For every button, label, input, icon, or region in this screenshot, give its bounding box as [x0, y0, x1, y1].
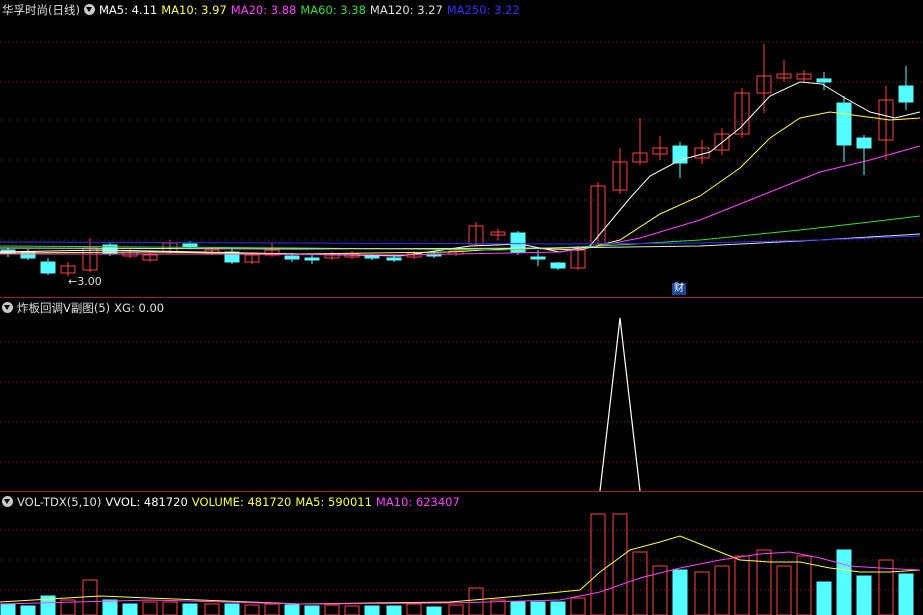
volume-bar: [406, 603, 422, 615]
candle-body: [856, 137, 872, 149]
candle-body: [898, 85, 914, 103]
low-price-marker: ←3.00: [68, 275, 102, 288]
volume-bar: [244, 604, 260, 615]
volume-bar: [570, 597, 586, 615]
volume-bar: [550, 601, 566, 615]
vol-ma5-line: [0, 535, 921, 605]
candle-body: [530, 256, 546, 260]
indicator-pane[interactable]: 炸板回调V副图(5) XG: 0.00: [0, 298, 923, 491]
candle-body: [284, 255, 300, 260]
candle-body: [816, 78, 832, 83]
volume-bar: [632, 551, 648, 615]
candle-body: [182, 243, 198, 248]
volume-bar: [344, 605, 360, 615]
financial-badge[interactable]: 财: [672, 283, 686, 295]
volume-bar: [264, 603, 280, 615]
volume-bar: [204, 603, 220, 615]
kline-pane[interactable]: 华孚时尚(日线) MA5: 4.11 MA10: 3.97 MA20: 3.88 MA6…: [0, 0, 923, 297]
volume-bar: [304, 605, 320, 615]
volume-bar: [510, 601, 526, 615]
volume-bar: [694, 571, 710, 615]
volume-bar: [612, 513, 628, 615]
volume-bar: [386, 605, 402, 615]
volume-bar: [898, 573, 914, 615]
volume-bar: [82, 579, 98, 615]
volume-bar: [182, 603, 198, 615]
volume-bar: [142, 601, 158, 615]
volume-bar: [162, 601, 178, 615]
volume-bar: [468, 587, 484, 615]
volume-bar: [426, 606, 442, 615]
indicator-chart[interactable]: [0, 298, 923, 491]
volume-bar: [20, 605, 36, 615]
volume-bar: [448, 604, 464, 615]
volume-bar: [714, 565, 730, 615]
ma60-line: [0, 215, 921, 251]
candle-body: [836, 102, 852, 146]
volume-bar: [590, 513, 606, 615]
volume-bar: [856, 575, 872, 615]
volume-bar: [324, 604, 340, 615]
xg-signal-line: [599, 317, 641, 491]
candle-body: [364, 255, 380, 259]
volume-bar: [102, 599, 118, 615]
volume-bar: [0, 603, 16, 615]
kline-chart[interactable]: [0, 0, 923, 297]
volume-bar: [364, 605, 380, 615]
volume-bar: [284, 604, 300, 615]
ma5-line: [0, 81, 921, 257]
volume-bar: [224, 603, 240, 615]
volume-bar: [734, 555, 750, 615]
volume-bar: [122, 603, 138, 615]
volume-bar: [816, 581, 832, 615]
volume-bar: [672, 569, 688, 615]
volume-bar: [836, 549, 852, 615]
volume-bar: [530, 601, 546, 615]
volume-bar: [796, 555, 812, 615]
candle-body: [386, 257, 402, 261]
volume-pane[interactable]: VOL-TDX(5,10) VVOL: 481720 VOLUME: 481720 M…: [0, 492, 923, 615]
candle-body: [304, 257, 320, 261]
candle-body: [550, 262, 566, 269]
candle-body: [40, 261, 56, 274]
volume-chart[interactable]: [0, 492, 923, 615]
ma10-line: [0, 111, 921, 255]
